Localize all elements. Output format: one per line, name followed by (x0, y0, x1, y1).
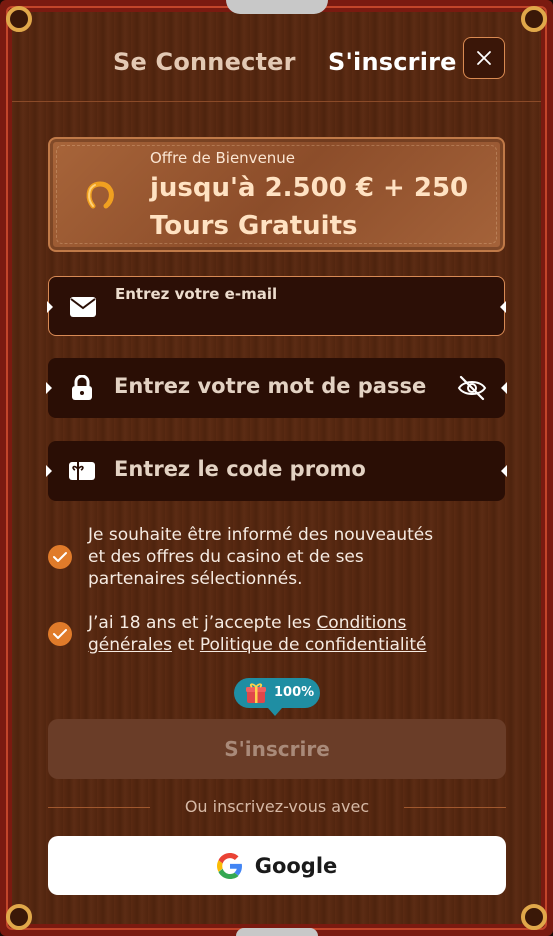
lock-icon (68, 374, 96, 402)
password-placeholder: Entrez votre mot de passe (114, 374, 427, 398)
terms-checkbox[interactable] (48, 622, 72, 646)
field-nub (47, 301, 53, 313)
field-nub (46, 465, 52, 477)
badge-text: 100% (274, 685, 315, 700)
gift-card-icon (68, 457, 96, 485)
google-label: Google (254, 853, 338, 878)
field-nub (501, 465, 507, 477)
offer-title-line2: Tours Gratuits (150, 211, 358, 241)
email-placeholder: Entrez votre e-mail (115, 285, 278, 303)
close-button[interactable] (463, 37, 505, 79)
field-nub (501, 382, 507, 394)
terms-mid: et (171, 635, 200, 655)
checkmark-icon (53, 552, 67, 562)
rope-corner-icon (521, 904, 547, 930)
promo-code-field[interactable]: Entrez le code promo (46, 441, 507, 501)
envelope-icon (69, 293, 97, 321)
field-nub (500, 301, 506, 313)
welcome-offer-banner: Offre de Bienvenue jusqu'à 2.500 € + 250… (48, 137, 505, 252)
newsletter-line2: et des offres du casino et de ses (88, 547, 364, 567)
email-field[interactable]: Entrez votre e-mail (47, 276, 506, 336)
offer-title: jusqu'à 2.500 € + 250 Tours Gratuits (150, 169, 468, 245)
newsletter-line3: partenaires sélectionnés. (88, 569, 303, 589)
offer-title-line1: jusqu'à 2.500 € + 250 (150, 173, 469, 203)
offer-label: Offre de Bienvenue (150, 149, 296, 167)
signup-submit-button[interactable]: S'inscrire (48, 719, 506, 779)
top-ornament (226, 0, 328, 14)
gift-icon (246, 683, 266, 703)
rope-corner-icon (6, 904, 32, 930)
promo-placeholder: Entrez le code promo (114, 457, 366, 481)
horseshoe-icon (86, 181, 114, 209)
eye-off-icon[interactable] (457, 374, 487, 402)
newsletter-line1: Je souhaite être informé des nouveautés (88, 525, 434, 545)
password-field[interactable]: Entrez votre mot de passe (46, 358, 507, 418)
terms-conditions-link[interactable]: Conditions (316, 613, 406, 633)
checkmark-icon (53, 629, 67, 639)
terms-text: J’ai 18 ans et j’accepte les Conditions … (88, 612, 426, 656)
bottom-ornament (236, 928, 318, 936)
header-divider (12, 101, 541, 102)
newsletter-text: Je souhaite être informé des nouveautés … (88, 524, 433, 590)
or-divider: Ou inscrivez-vous avec (48, 797, 506, 817)
close-icon (477, 51, 491, 65)
terms-conditions-link-cont[interactable]: générales (88, 635, 172, 655)
google-signin-button[interactable]: Google (48, 836, 506, 895)
terms-consent: J’ai 18 ans et j’accepte les Conditions … (48, 612, 508, 658)
tab-login[interactable]: Se Connecter (113, 48, 296, 76)
newsletter-checkbox[interactable] (48, 545, 72, 569)
tab-signup[interactable]: S'inscrire (328, 48, 457, 76)
privacy-policy-link[interactable]: Politique de confidentialité (200, 635, 427, 655)
rope-corner-icon (6, 6, 32, 32)
newsletter-consent: Je souhaite être informé des nouveautés … (48, 524, 508, 592)
terms-prefix: J’ai 18 ans et j’accepte les (88, 613, 317, 633)
field-nub (46, 382, 52, 394)
google-icon (216, 852, 242, 879)
bonus-badge: 100% (234, 678, 320, 716)
rope-corner-icon (521, 6, 547, 32)
or-text: Ou inscrivez-vous avec (184, 797, 370, 816)
